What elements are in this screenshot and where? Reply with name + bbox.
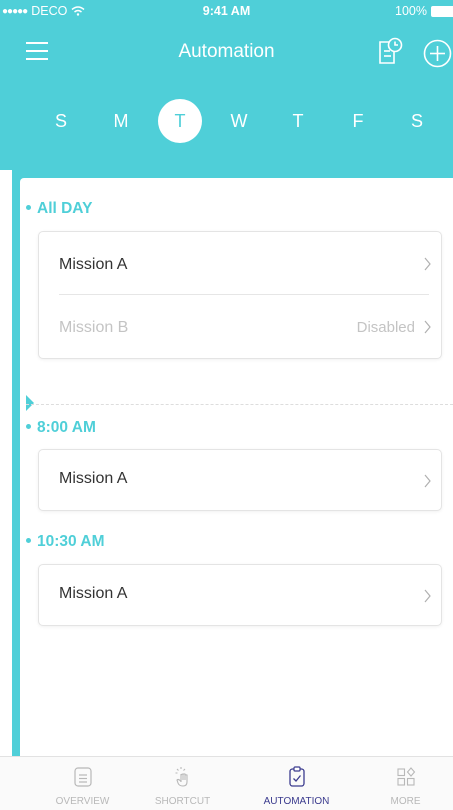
section-heading-all-day: All DAY [26, 200, 92, 218]
tab-bar: OVERVIEW SHORTCUT AUTOMATION MORE [0, 756, 453, 810]
day-tuesday[interactable]: T [158, 99, 202, 143]
nav-bar: Automation [0, 34, 453, 74]
clipboard-check-icon [289, 766, 305, 787]
status-right: 100% [395, 4, 453, 18]
tab-more[interactable]: MORE [349, 757, 453, 810]
tab-label: OVERVIEW [55, 796, 110, 807]
add-icon[interactable] [422, 38, 453, 69]
header: ●●●●● DECO 9:41 AM 100% Automation S M T… [0, 0, 453, 170]
chevron-right-icon [424, 474, 431, 488]
chevron-right-icon [424, 320, 431, 334]
mission-row[interactable]: Mission A [39, 565, 441, 625]
chevron-right-icon [424, 257, 431, 271]
mission-name: Mission A [59, 585, 128, 602]
grid-icon [397, 767, 416, 786]
tab-overview[interactable]: OVERVIEW [26, 757, 139, 810]
day-friday[interactable]: F [336, 99, 380, 143]
day-thursday[interactable]: T [276, 99, 320, 143]
mission-status: Disabled [356, 319, 415, 336]
automation-content: All DAY Mission A Mission B Disabled 8:0… [12, 166, 453, 756]
overview-icon [74, 767, 92, 787]
schedule-history-icon[interactable] [376, 37, 404, 67]
day-saturday[interactable]: S [395, 99, 439, 143]
day-monday[interactable]: M [99, 99, 143, 143]
section-heading-8am: 8:00 AM [26, 419, 96, 437]
status-time: 9:41 AM [202, 4, 251, 18]
status-bar: ●●●●● DECO 9:41 AM 100% [0, 0, 453, 22]
mission-card: Mission A [38, 449, 442, 511]
section-heading-label: 10:30 AM [37, 533, 105, 550]
day-sunday[interactable]: S [39, 99, 83, 143]
battery-percentage: 100% [395, 4, 427, 18]
bullet-icon [26, 423, 31, 429]
bullet-icon [26, 537, 31, 543]
mission-name: Mission A [59, 256, 128, 273]
mission-name: Mission B [59, 319, 129, 336]
section-heading-label: 8:00 AM [37, 419, 96, 436]
bullet-icon [26, 204, 31, 210]
section-heading-1030am: 10:30 AM [26, 533, 104, 551]
tab-label: SHORTCUT [154, 796, 211, 807]
battery-icon [431, 5, 453, 17]
tab-shortcut[interactable]: SHORTCUT [126, 757, 239, 810]
timeline-marker [26, 395, 34, 411]
day-selector: S M T W T F S [0, 99, 453, 145]
tab-label: MORE [390, 796, 421, 807]
section-heading-label: All DAY [37, 200, 93, 217]
tap-icon [175, 767, 188, 787]
tab-automation[interactable]: AUTOMATION [240, 757, 353, 810]
chevron-right-icon [424, 589, 431, 603]
mission-card: Mission A Mission B Disabled [38, 231, 442, 359]
timeline-divider [26, 404, 453, 405]
mission-name: Mission A [59, 470, 128, 487]
day-wednesday[interactable]: W [217, 99, 261, 143]
mission-row[interactable]: Mission A [39, 450, 441, 510]
mission-card: Mission A [38, 564, 442, 626]
mission-row[interactable]: Mission A [39, 232, 441, 295]
schedule-sheet: All DAY Mission A Mission B Disabled 8:0… [20, 178, 453, 756]
mission-row[interactable]: Mission B Disabled [39, 295, 441, 358]
tab-label: AUTOMATION [263, 796, 330, 807]
